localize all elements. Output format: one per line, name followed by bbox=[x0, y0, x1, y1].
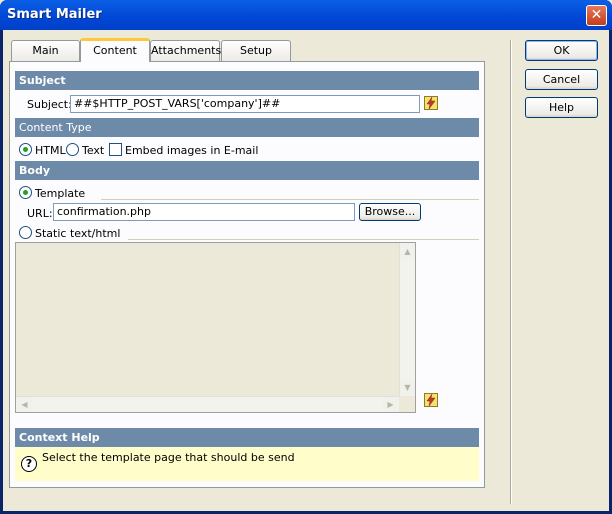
dialog-client-area: Main Content Attachments Setup Subject S… bbox=[3, 30, 609, 511]
browse-button[interactable]: Browse... bbox=[359, 203, 421, 221]
close-button[interactable]: ✕ bbox=[586, 5, 607, 26]
textarea-vertical-scrollbar[interactable]: ▲ ▼ bbox=[399, 243, 415, 396]
context-help-text: Select the template page that should be … bbox=[42, 451, 295, 464]
content-type-section-header: Content Type bbox=[15, 118, 479, 137]
static-text-radio[interactable] bbox=[19, 226, 32, 239]
textarea-horizontal-scrollbar[interactable]: ◀ ▶ bbox=[16, 396, 399, 412]
cancel-button[interactable]: Cancel bbox=[525, 69, 598, 90]
window-title: Smart Mailer bbox=[7, 7, 102, 22]
scrollbar-corner bbox=[399, 396, 415, 412]
tab-main-label: Main bbox=[32, 44, 59, 57]
html-radio-label: HTML bbox=[35, 144, 66, 157]
tab-attachments[interactable]: Attachments bbox=[150, 40, 222, 61]
template-divider bbox=[101, 199, 479, 200]
context-help-section-header: Context Help bbox=[15, 428, 479, 447]
template-radio[interactable] bbox=[19, 186, 32, 199]
template-radio-label: Template bbox=[35, 187, 86, 200]
context-help-area: ? Select the template page that should b… bbox=[15, 447, 479, 481]
tab-content[interactable]: Content bbox=[80, 38, 150, 62]
embed-images-label: Embed images in E-mail bbox=[125, 144, 259, 157]
static-html-textarea[interactable]: ▲ ▼ ◀ ▶ bbox=[15, 242, 416, 413]
tab-setup-label: Setup bbox=[239, 44, 273, 57]
scroll-right-arrow-icon[interactable]: ▶ bbox=[383, 397, 398, 412]
body-dynamic-lightning-bolt-icon[interactable] bbox=[424, 393, 438, 407]
static-divider bbox=[128, 239, 479, 240]
subject-label: Subject: bbox=[27, 98, 72, 111]
ok-button[interactable]: OK bbox=[525, 40, 598, 61]
text-radio-label: Text bbox=[82, 144, 105, 157]
close-icon: ✕ bbox=[590, 7, 603, 23]
title-bar[interactable]: Smart Mailer ✕ bbox=[0, 0, 612, 30]
scroll-down-arrow-icon[interactable]: ▼ bbox=[400, 380, 415, 395]
scroll-up-arrow-icon[interactable]: ▲ bbox=[400, 244, 415, 259]
tab-main[interactable]: Main bbox=[11, 40, 80, 61]
subject-section-header: Subject bbox=[15, 71, 479, 90]
body-section-header: Body bbox=[15, 161, 479, 180]
subject-dynamic-lightning-bolt-icon[interactable] bbox=[424, 96, 438, 110]
scroll-left-arrow-icon[interactable]: ◀ bbox=[17, 397, 32, 412]
url-input[interactable]: confirmation.php bbox=[53, 203, 355, 221]
button-separator bbox=[510, 40, 512, 504]
tab-attachments-label: Attachments bbox=[151, 44, 222, 57]
question-mark-icon: ? bbox=[21, 456, 37, 472]
content-tab-panel: Subject Subject: ##$HTTP_POST_VARS['comp… bbox=[9, 61, 485, 488]
dialog-window: Smart Mailer ✕ Main Content Attachments … bbox=[0, 0, 612, 514]
url-label: URL: bbox=[27, 207, 53, 220]
static-text-radio-label: Static text/html bbox=[35, 227, 121, 240]
help-button[interactable]: Help bbox=[525, 97, 598, 118]
tab-setup[interactable]: Setup bbox=[221, 40, 291, 61]
text-radio[interactable] bbox=[66, 143, 79, 156]
embed-images-checkbox[interactable] bbox=[109, 143, 122, 156]
html-radio[interactable] bbox=[19, 143, 32, 156]
subject-input[interactable]: ##$HTTP_POST_VARS['company']## bbox=[70, 95, 420, 113]
tab-content-label: Content bbox=[93, 44, 137, 57]
